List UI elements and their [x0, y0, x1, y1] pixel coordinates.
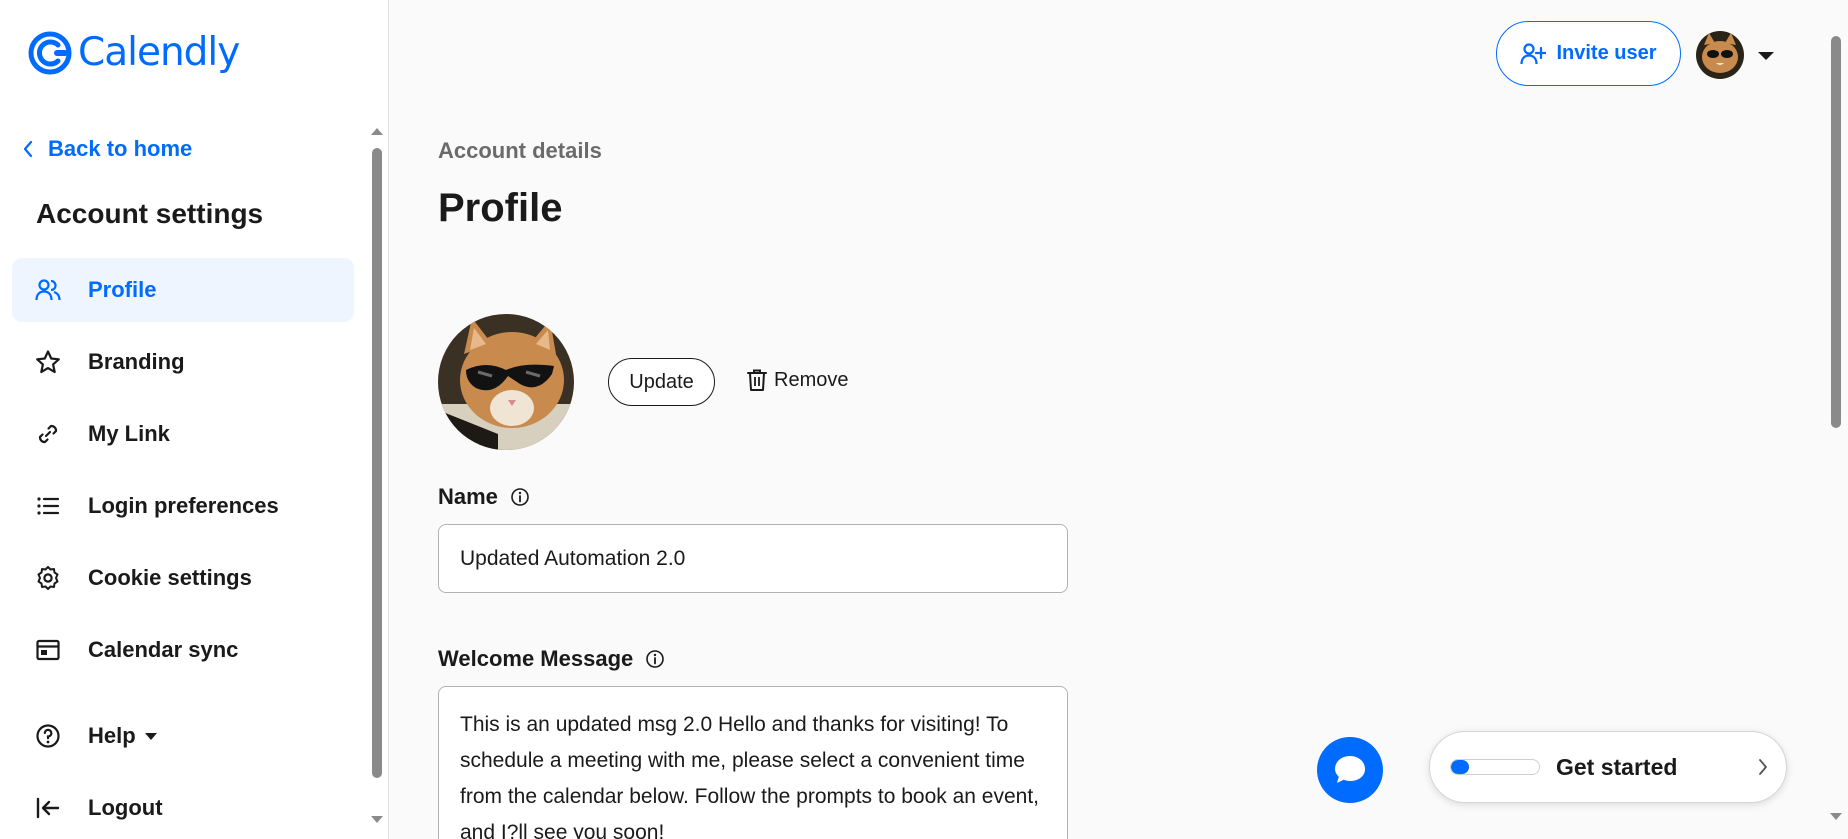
remove-photo-label: Remove	[774, 368, 849, 391]
sidebar-item-label: Branding	[88, 349, 185, 374]
name-field-label: Name	[438, 484, 530, 510]
calendly-logo-icon	[28, 31, 72, 74]
calendly-logo[interactable]: Calendly	[28, 30, 240, 75]
back-to-home-label: Back to home	[48, 136, 193, 161]
trash-icon	[747, 369, 767, 391]
add-user-icon	[1520, 42, 1547, 64]
welcome-message-textarea[interactable]: This is an updated msg 2.0 Hello and tha…	[438, 686, 1068, 839]
sidebar-scroll-thumb[interactable]	[372, 148, 382, 778]
name-label-text: Name	[438, 484, 498, 509]
info-icon[interactable]	[510, 487, 530, 507]
star-icon	[34, 348, 62, 376]
invite-user-label: Invite user	[1556, 42, 1657, 64]
sidebar-item-label: Login preferences	[88, 493, 279, 518]
profile-photo	[438, 314, 574, 450]
main-scroll-thumb[interactable]	[1831, 36, 1841, 428]
scroll-down-arrow-icon[interactable]	[371, 816, 383, 823]
main-scrollbar[interactable]	[1828, 30, 1844, 839]
chat-button[interactable]	[1317, 737, 1383, 803]
calendar-icon	[34, 636, 62, 664]
sidebar-item-label: Logout	[88, 795, 163, 820]
cat-avatar-image	[1696, 31, 1744, 79]
avatar[interactable]	[1696, 31, 1744, 79]
sidebar-item-profile[interactable]: Profile	[12, 258, 354, 322]
chat-bubble-icon	[1335, 756, 1365, 783]
logout-icon	[34, 794, 62, 822]
breadcrumb: Account details	[438, 138, 602, 163]
sidebar-scrollbar[interactable]	[369, 124, 385, 839]
get-started-label: Get started	[1556, 753, 1678, 780]
gear-icon	[34, 564, 62, 592]
chevron-left-icon	[23, 140, 33, 158]
get-started-progress-fill	[1451, 760, 1469, 774]
link-icon	[34, 420, 62, 448]
cat-with-sunglasses-image	[438, 314, 574, 450]
sidebar-item-branding[interactable]: Branding	[12, 330, 354, 394]
update-photo-button[interactable]: Update	[608, 358, 715, 406]
sidebar-item-label: Profile	[88, 277, 157, 302]
caret-down-icon	[144, 732, 157, 740]
users-icon	[34, 276, 62, 304]
page-title: Profile	[438, 186, 563, 230]
welcome-label-text: Welcome Message	[438, 646, 634, 671]
remove-photo-button[interactable]: Remove	[746, 368, 848, 392]
sidebar-item-cookie-settings[interactable]: Cookie settings	[12, 546, 354, 610]
sidebar-item-login-preferences[interactable]: Login preferences	[12, 474, 354, 538]
scroll-up-arrow-icon[interactable]	[371, 128, 383, 135]
logo-text: Calendly	[78, 30, 240, 75]
welcome-message-label: Welcome Message	[438, 646, 665, 672]
sidebar-item-label: Calendar sync	[88, 637, 239, 662]
chevron-right-icon	[1759, 759, 1767, 775]
sidebar-item-label: Help	[88, 723, 136, 748]
settings-nav: Profile Branding My Link Login preferenc…	[12, 258, 354, 839]
get-started-widget[interactable]: Get started	[1429, 731, 1787, 803]
help-circle-icon	[34, 722, 62, 750]
sidebar: Calendly Back to home Account settings P…	[0, 0, 389, 839]
info-icon[interactable]	[645, 649, 665, 669]
scroll-down-arrow-icon[interactable]	[1830, 813, 1842, 820]
sidebar-item-help[interactable]: Help	[12, 704, 354, 768]
invite-user-button[interactable]: Invite user	[1496, 21, 1681, 86]
account-settings-title: Account settings	[36, 198, 264, 229]
sidebar-item-label: Cookie settings	[88, 565, 252, 590]
sidebar-item-calendar-sync[interactable]: Calendar sync	[12, 618, 354, 682]
name-field[interactable]: Updated Automation 2.0	[438, 524, 1068, 593]
sidebar-item-label: My Link	[88, 421, 170, 446]
back-to-home-link[interactable]: Back to home	[22, 136, 192, 162]
get-started-progress-bar	[1450, 759, 1540, 775]
sidebar-item-logout[interactable]: Logout	[12, 776, 354, 839]
account-menu-caret-icon[interactable]	[1758, 52, 1774, 60]
list-icon	[34, 492, 62, 520]
sidebar-item-my-link[interactable]: My Link	[12, 402, 354, 466]
